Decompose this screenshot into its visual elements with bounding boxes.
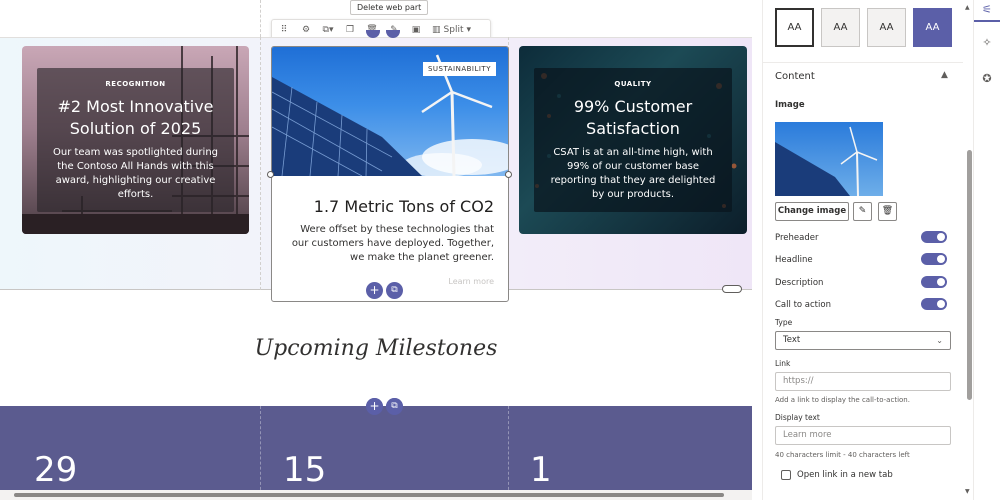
style-option-1[interactable]: AA: [775, 8, 814, 47]
copilot-icon[interactable]: ✪: [980, 72, 994, 86]
display-text-help: 40 characters limit - 40 characters left: [775, 451, 910, 459]
panel-scrollbar-thumb[interactable]: [967, 150, 972, 400]
style-option-3[interactable]: AA: [867, 8, 906, 47]
call-to-action-toggle[interactable]: [921, 298, 947, 310]
card-call-to-action[interactable]: Learn more: [448, 277, 494, 286]
toggle-label-call-to-action: Call to action: [775, 300, 831, 310]
scroll-down-icon[interactable]: ▼: [965, 488, 970, 495]
chevron-down-icon: ▾: [466, 25, 472, 35]
add-section-button[interactable]: +: [366, 398, 383, 415]
column-guide: [260, 0, 261, 37]
recognition-card[interactable]: RECOGNITION #2 Most Innovative Solution …: [22, 46, 249, 234]
change-image-button[interactable]: Change image: [775, 202, 849, 221]
card-headline: 1.7 Metric Tons of CO2: [313, 197, 494, 216]
toggle-knob: [937, 278, 945, 286]
drag-handle-icon[interactable]: ⠿: [278, 25, 290, 35]
card-preheader: QUALITY: [614, 80, 652, 88]
type-label: Type: [775, 318, 793, 327]
quality-card-overlay: QUALITY 99% Customer Satisfaction CSAT i…: [534, 68, 732, 212]
copy-web-part-button[interactable]: ⧉: [386, 282, 403, 299]
split-button[interactable]: ▥ Split ▾: [432, 25, 471, 35]
design-ideas-icon[interactable]: ✧: [980, 36, 994, 50]
resize-handle[interactable]: [267, 171, 274, 178]
split-label: Split: [443, 25, 464, 35]
image-preview: [775, 122, 883, 196]
toggle-label-description: Description: [775, 278, 824, 288]
card-headline: #2 Most Innovative Solution of 2025: [57, 97, 214, 138]
content-section-title[interactable]: Content: [775, 71, 815, 82]
milestones-stats-band: 29 15 1: [0, 406, 752, 500]
layout-style-options: AA AA AA AA: [775, 8, 952, 47]
quality-card[interactable]: QUALITY 99% Customer Satisfaction CSAT i…: [519, 46, 747, 234]
link-help-text: Add a link to display the call-to-action…: [775, 396, 910, 404]
divider: [763, 62, 963, 63]
side-rail: ⚟ ✧ ✪: [973, 0, 1000, 500]
delete-image-icon[interactable]: 🗑: [878, 202, 897, 221]
delete-web-part-tooltip: Delete web part: [350, 0, 429, 15]
move-icon[interactable]: ⧉▾: [322, 25, 334, 35]
properties-icon[interactable]: ⚟: [980, 3, 994, 17]
edit-properties-icon[interactable]: ⚙: [300, 25, 312, 35]
milestone-stat: 15: [283, 450, 327, 490]
milestone-stat: 29: [34, 450, 78, 490]
milestones-heading: Upcoming Milestones: [254, 336, 498, 361]
property-pane: AA AA AA AA Content ▲ Image Change image…: [762, 0, 972, 500]
type-dropdown-value: Text: [783, 335, 801, 345]
toggle-label-preheader: Preheader: [775, 233, 819, 243]
card-preheader: RECOGNITION: [105, 80, 166, 88]
preheader-toggle[interactable]: [921, 231, 947, 243]
scroll-up-icon[interactable]: ▲: [965, 4, 970, 11]
link-label: Link: [775, 359, 791, 368]
new-tab-checkbox[interactable]: [781, 470, 791, 480]
sustainability-card[interactable]: SUSTAINABILITY 1.7 Metric Tons of CO2 We…: [271, 46, 509, 302]
chevron-down-icon: ⌄: [936, 336, 943, 345]
solar-wind-thumbnail: [775, 126, 878, 196]
card-description: Our team was spotlighted during the Cont…: [52, 147, 218, 200]
link-input[interactable]: https://: [775, 372, 951, 391]
description-toggle[interactable]: [921, 276, 947, 288]
display-text-input[interactable]: Learn more: [775, 426, 951, 445]
page-canvas: Delete web part ⠿ ⚙ ⧉▾ ❐ 🗑 ✎ ▣ ▥ Split ▾: [0, 0, 752, 500]
solar-wind-image: SUSTAINABILITY: [272, 47, 508, 176]
horizontal-scrollbar[interactable]: [0, 490, 752, 500]
new-tab-label: Open link in a new tab: [797, 470, 893, 480]
card-description: CSAT is at an all-time high, with 99% of…: [550, 147, 716, 200]
style-option-2[interactable]: AA: [821, 8, 860, 47]
chevron-up-icon[interactable]: ▲: [941, 70, 948, 80]
toggle-label-headline: Headline: [775, 255, 813, 265]
card-headline: 99% Customer Satisfaction: [573, 97, 693, 138]
milestone-stat: 1: [530, 450, 552, 490]
copy-section-button[interactable]: ⧉: [386, 398, 403, 415]
card-description: Were offset by these technologies that o…: [291, 224, 494, 263]
edit-image-icon[interactable]: ✎: [853, 202, 872, 221]
display-text-label: Display text: [775, 413, 820, 422]
duplicate-icon[interactable]: ❐: [344, 25, 356, 35]
headline-toggle[interactable]: [921, 253, 947, 265]
toggle-knob: [937, 233, 945, 241]
add-web-part-button[interactable]: +: [366, 282, 383, 299]
column-guide: [508, 406, 509, 500]
panel-vertical-scrollbar[interactable]: ▲ ▼: [965, 0, 973, 500]
style-option-4[interactable]: AA: [913, 8, 952, 47]
resize-handle[interactable]: [505, 171, 512, 178]
column-guide: [260, 37, 261, 290]
horizontal-scrollbar-thumb[interactable]: [14, 493, 724, 497]
card-preheader: SUSTAINABILITY: [422, 62, 496, 76]
toggle-knob: [937, 255, 945, 263]
image-label: Image: [775, 100, 805, 110]
section-resize-handle[interactable]: [722, 285, 742, 293]
section-icon[interactable]: ▣: [410, 25, 422, 35]
recognition-card-overlay: RECOGNITION #2 Most Innovative Solution …: [37, 68, 234, 212]
column-guide: [260, 406, 261, 500]
toggle-knob: [937, 300, 945, 308]
type-dropdown[interactable]: Text ⌄: [775, 331, 951, 350]
split-icon: ▥: [432, 25, 441, 35]
